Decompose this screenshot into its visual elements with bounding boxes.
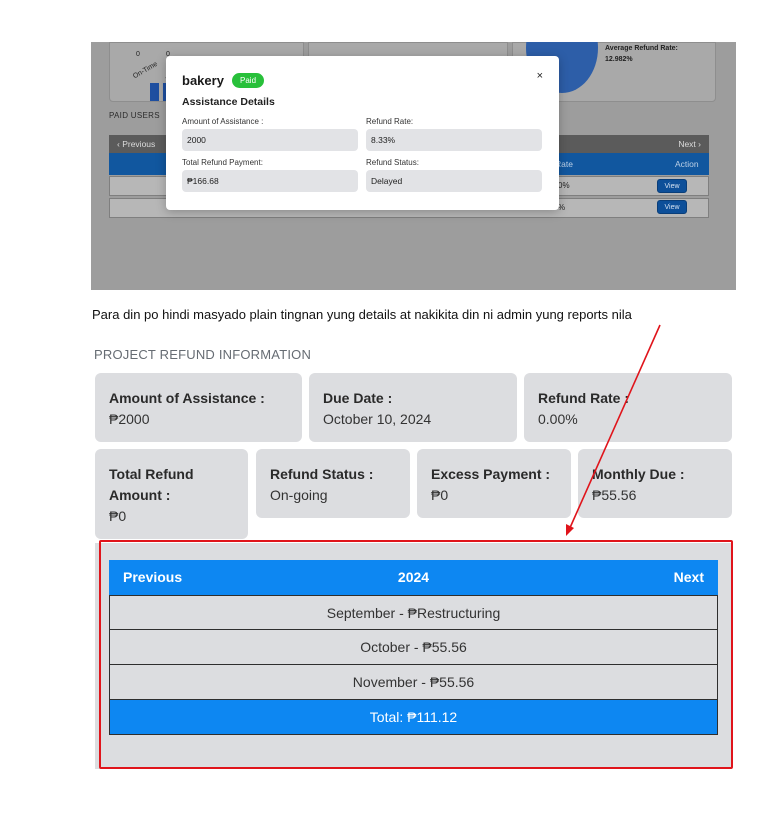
annotation-arrow xyxy=(566,324,661,536)
